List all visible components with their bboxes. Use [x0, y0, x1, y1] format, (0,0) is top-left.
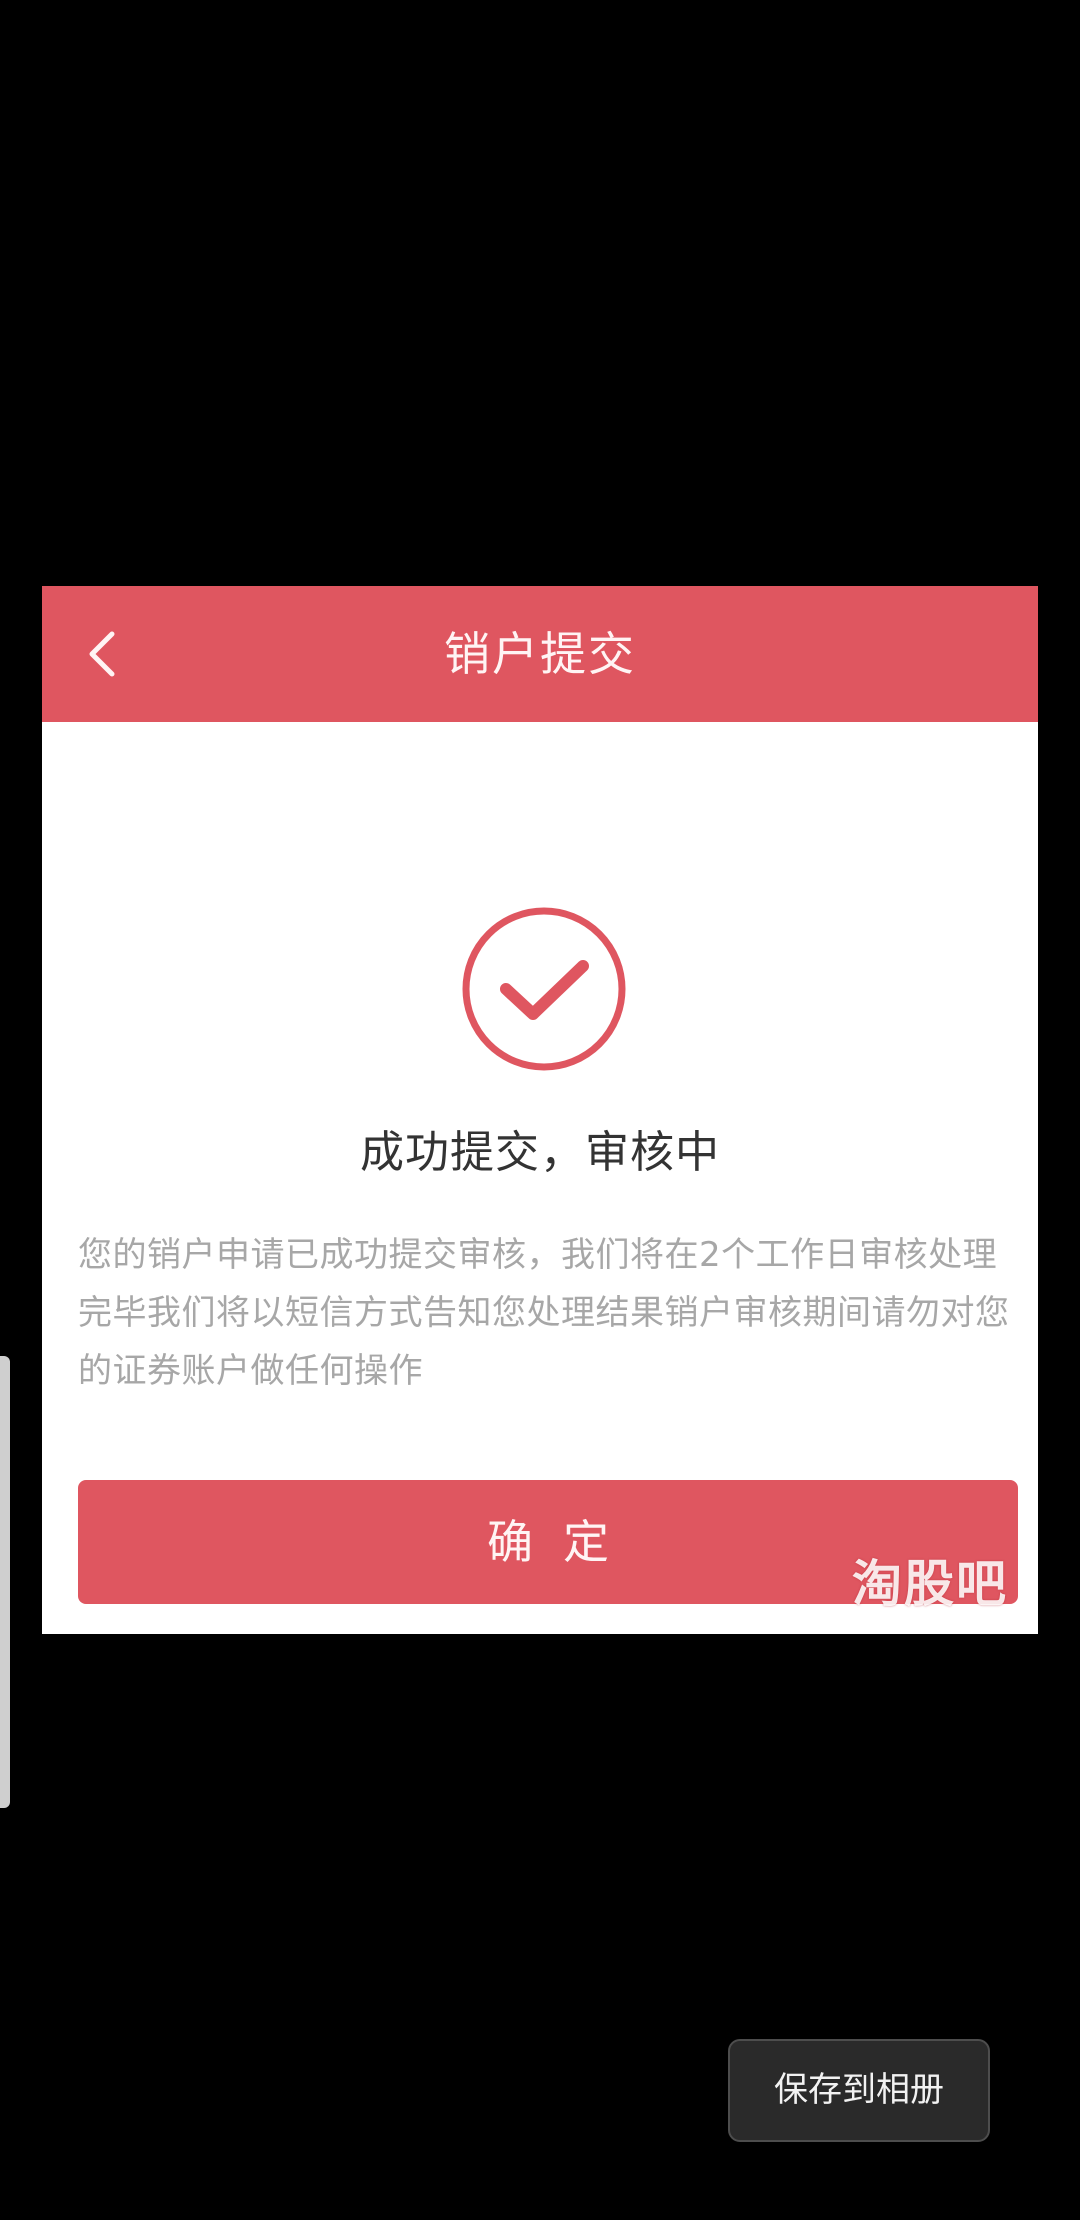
app-header: 销户提交	[42, 586, 1038, 722]
watermark: 淘股吧	[852, 1555, 1008, 1613]
screenshot-image: 销户提交 成功提交，审核中 您的销户申请已成功提交审核，我们将在2个工作日审核处…	[42, 586, 1038, 1634]
page-title: 销户提交	[444, 627, 636, 681]
status-title: 成功提交，审核中	[360, 1127, 720, 1178]
side-edge-handle[interactable]	[0, 1356, 10, 1808]
save-to-album-button[interactable]: 保存到相册	[728, 2039, 990, 2142]
chevron-left-icon	[89, 631, 115, 677]
status-description: 您的销户申请已成功提交审核，我们将在2个工作日审核处理完毕我们将以短信方式告知您…	[78, 1235, 1010, 1391]
back-button[interactable]	[72, 620, 132, 688]
image-viewer: 销户提交 成功提交，审核中 您的销户申请已成功提交审核，我们将在2个工作日审核处…	[0, 0, 1080, 2220]
check-circle-icon	[461, 906, 627, 1072]
